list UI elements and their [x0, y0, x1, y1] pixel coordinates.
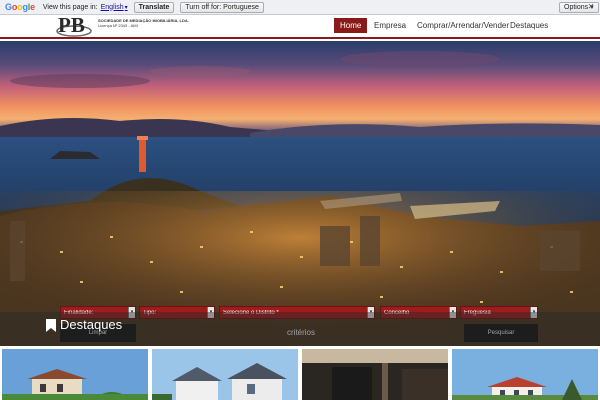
listing-thumbnail[interactable] [302, 349, 448, 400]
listing-thumbnail[interactable] [152, 349, 298, 400]
google-logo: Google [5, 2, 35, 12]
site-header: PB SOCIEDADE DE MEDIAÇÃO IMOBILIÁRIA, LD… [0, 12, 600, 39]
company-info: SOCIEDADE DE MEDIAÇÃO IMOBILIÁRIA, LDA. … [98, 18, 189, 28]
company-license: Licença Nº 2343 - AMI [98, 23, 138, 28]
bookmark-icon [46, 319, 56, 332]
listing-thumbnail[interactable] [2, 349, 148, 400]
company-logo[interactable]: PB [55, 12, 93, 38]
hero-banner: Finalidade: ▾ Tipo: ▾ Selecione o Distrito… [0, 41, 600, 346]
svg-text:PB: PB [58, 13, 85, 37]
nav-destaques[interactable]: Destaques [504, 18, 554, 33]
nav-home[interactable]: Home [334, 18, 368, 33]
translate-prompt: View this page in: [42, 3, 98, 11]
featured-listings [0, 347, 600, 400]
chevron-down-icon: ▾ [124, 4, 128, 11]
listing-thumbnail[interactable] [452, 349, 598, 400]
translate-button[interactable]: Translate [133, 1, 175, 13]
nav-empresa[interactable]: Empresa [368, 18, 412, 33]
close-icon[interactable]: ✕ [586, 2, 596, 12]
destaques-title: Destaques [60, 317, 123, 332]
turn-off-button[interactable]: Turn off for: Portuguese [180, 1, 264, 13]
city-panorama-image [0, 51, 600, 346]
language-select[interactable]: English▾ [101, 4, 128, 11]
nav-comprar-arrendar-vender[interactable]: Comprar/Arrendar/Vender [411, 18, 515, 33]
